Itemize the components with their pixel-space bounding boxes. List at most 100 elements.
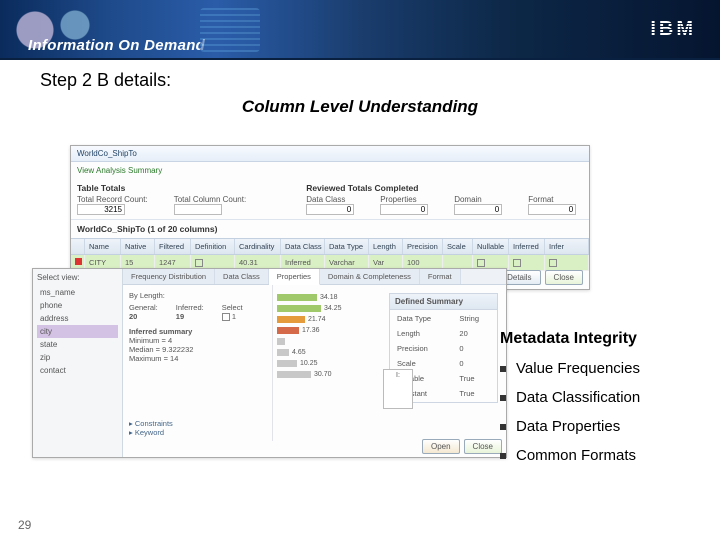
total-record-label: Total Record Count:	[77, 195, 148, 204]
total-column-label: Total Column Count:	[174, 195, 246, 204]
tab-format[interactable]: Format	[420, 269, 461, 284]
grid-caption: WorldCo_ShipTo (1 of 20 columns)	[71, 219, 589, 238]
window-titlebar: WorldCo_ShipTo	[71, 146, 589, 162]
detail-tabs: Frequency Distribution Data Class Proper…	[123, 269, 506, 285]
stat-min: Minimum = 4	[129, 336, 266, 345]
by-length-label: By Length:	[129, 291, 266, 300]
stat-max: Maximum = 14	[129, 354, 266, 363]
close-button[interactable]: Close	[545, 270, 583, 285]
grid-col-scale[interactable]: Scale	[443, 239, 473, 254]
ds-v: String	[454, 312, 495, 325]
tab-domain[interactable]: Domain & Completeness	[320, 269, 420, 284]
tab-properties[interactable]: Properties	[269, 269, 320, 285]
general-value: 20	[129, 312, 137, 321]
bar-val: 34.18	[320, 294, 338, 301]
grid-col-inferred[interactable]: Inferred	[509, 239, 545, 254]
tab-frequency[interactable]: Frequency Distribution	[123, 269, 215, 284]
col-item[interactable]: zip	[37, 351, 118, 364]
keyword-expander[interactable]: ▸ Keyword	[129, 428, 500, 437]
grid-col-infer[interactable]: Infer	[545, 239, 589, 254]
total-column-value[interactable]	[174, 204, 222, 215]
rev-format-value[interactable]	[528, 204, 576, 215]
close-button-2[interactable]: Close	[464, 439, 502, 454]
grid-col-precision[interactable]: Precision	[403, 239, 443, 254]
rev-properties-label: Properties	[380, 195, 428, 204]
select-label: Select	[222, 303, 243, 312]
view-summary-link[interactable]: View Analysis Summary	[77, 166, 162, 175]
ds-v: True	[454, 372, 495, 385]
grid-col-name[interactable]: Name	[85, 239, 121, 254]
distribution-bars: 34.18 34.25 21.74 17.36 4.65 10.25 30.70	[273, 285, 381, 441]
ds-k: Precision	[392, 342, 452, 355]
grid-col-dataclass[interactable]: Data Class	[281, 239, 325, 254]
bar-val: 4.65	[292, 349, 306, 356]
defined-summary-title: Defined Summary	[390, 294, 497, 310]
constraints-expander[interactable]: ▸ Constraints	[129, 419, 500, 428]
grid-col-definition[interactable]: Definition	[191, 239, 235, 254]
column-list: ms_name phone address city state zip con…	[37, 286, 118, 377]
select-view-label: Select view:	[37, 273, 118, 282]
col-item-selected[interactable]: city	[37, 325, 118, 338]
grid-header-row: Name Native Filtered Definition Cardinal…	[71, 238, 589, 255]
mi-item: Data Classification	[500, 383, 700, 412]
stat-median: Median = 9.322232	[129, 345, 266, 354]
table-totals-heading: Table Totals	[77, 183, 246, 193]
bar-val: 34.25	[324, 305, 342, 312]
metadata-integrity-block: Metadata Integrity Value Frequencies Dat…	[500, 330, 700, 470]
inferred-value: 19	[176, 312, 184, 321]
ds-v: 20	[454, 327, 495, 340]
rev-domain-label: Domain	[454, 195, 502, 204]
mi-item: Common Formats	[500, 441, 700, 470]
rev-format-label: Format	[528, 195, 576, 204]
ds-v: 0	[454, 342, 495, 355]
grid-col-datatype[interactable]: Data Type	[325, 239, 369, 254]
grid-col-native[interactable]: Native	[121, 239, 155, 254]
properties-left-pane: By Length: General:20 Inferred:19 Select…	[123, 285, 273, 441]
page-number: 29	[18, 518, 31, 532]
inferred-summary-heading: Inferred summary	[129, 327, 266, 336]
rev-properties-value[interactable]	[380, 204, 428, 215]
grid-col-filtered[interactable]: Filtered	[155, 239, 191, 254]
rev-dataclass-value[interactable]	[306, 204, 354, 215]
banner-title: Information On Demand	[28, 37, 205, 54]
grid-col-flag	[71, 239, 85, 254]
ibm-logo: IBM	[650, 18, 696, 41]
cell-inferred	[509, 255, 545, 271]
ds-v: 0	[454, 357, 495, 370]
column-selector-panel: Select view: ms_name phone address city …	[33, 269, 123, 457]
inferred-label: Inferred:	[176, 303, 204, 312]
screenshot-properties-panel: Select view: ms_name phone address city …	[32, 268, 507, 458]
col-item[interactable]: state	[37, 338, 118, 351]
bar-val: 17.36	[302, 327, 320, 334]
metadata-integrity-title: Metadata Integrity	[500, 330, 700, 348]
step-title: Step 2 B details:	[40, 70, 720, 91]
col-item[interactable]: contact	[37, 364, 118, 377]
bar-val: 10.25	[300, 360, 318, 367]
slide-title: Column Level Understanding	[0, 97, 720, 117]
ds-v: True	[454, 387, 495, 400]
col-item[interactable]: address	[37, 312, 118, 325]
cell-infer	[545, 255, 589, 271]
grid-col-nullable[interactable]: Nullable	[473, 239, 509, 254]
reviewed-heading: Reviewed Totals Completed	[306, 183, 576, 193]
rev-dataclass-label: Data Class	[306, 195, 354, 204]
bar-val: 30.70	[314, 371, 332, 378]
bar-val: 21.74	[308, 316, 326, 323]
general-label: General:	[129, 303, 158, 312]
ds-k: Length	[392, 327, 452, 340]
slide-banner: Information On Demand IBM	[0, 0, 720, 60]
select-checkbox[interactable]	[222, 313, 230, 321]
col-item[interactable]: ms_name	[37, 286, 118, 299]
open-button[interactable]: Open	[422, 439, 460, 454]
floating-box: I:	[383, 369, 413, 409]
tab-dataclass[interactable]: Data Class	[215, 269, 269, 284]
grid-col-length[interactable]: Length	[369, 239, 403, 254]
mi-item: Data Properties	[500, 412, 700, 441]
select-value: 1	[232, 312, 236, 321]
ds-k: Data Type	[392, 312, 452, 325]
total-record-value[interactable]	[77, 204, 125, 215]
grid-col-cardinality[interactable]: Cardinality	[235, 239, 281, 254]
mi-item: Value Frequencies	[500, 354, 700, 383]
rev-domain-value[interactable]	[454, 204, 502, 215]
col-item[interactable]: phone	[37, 299, 118, 312]
